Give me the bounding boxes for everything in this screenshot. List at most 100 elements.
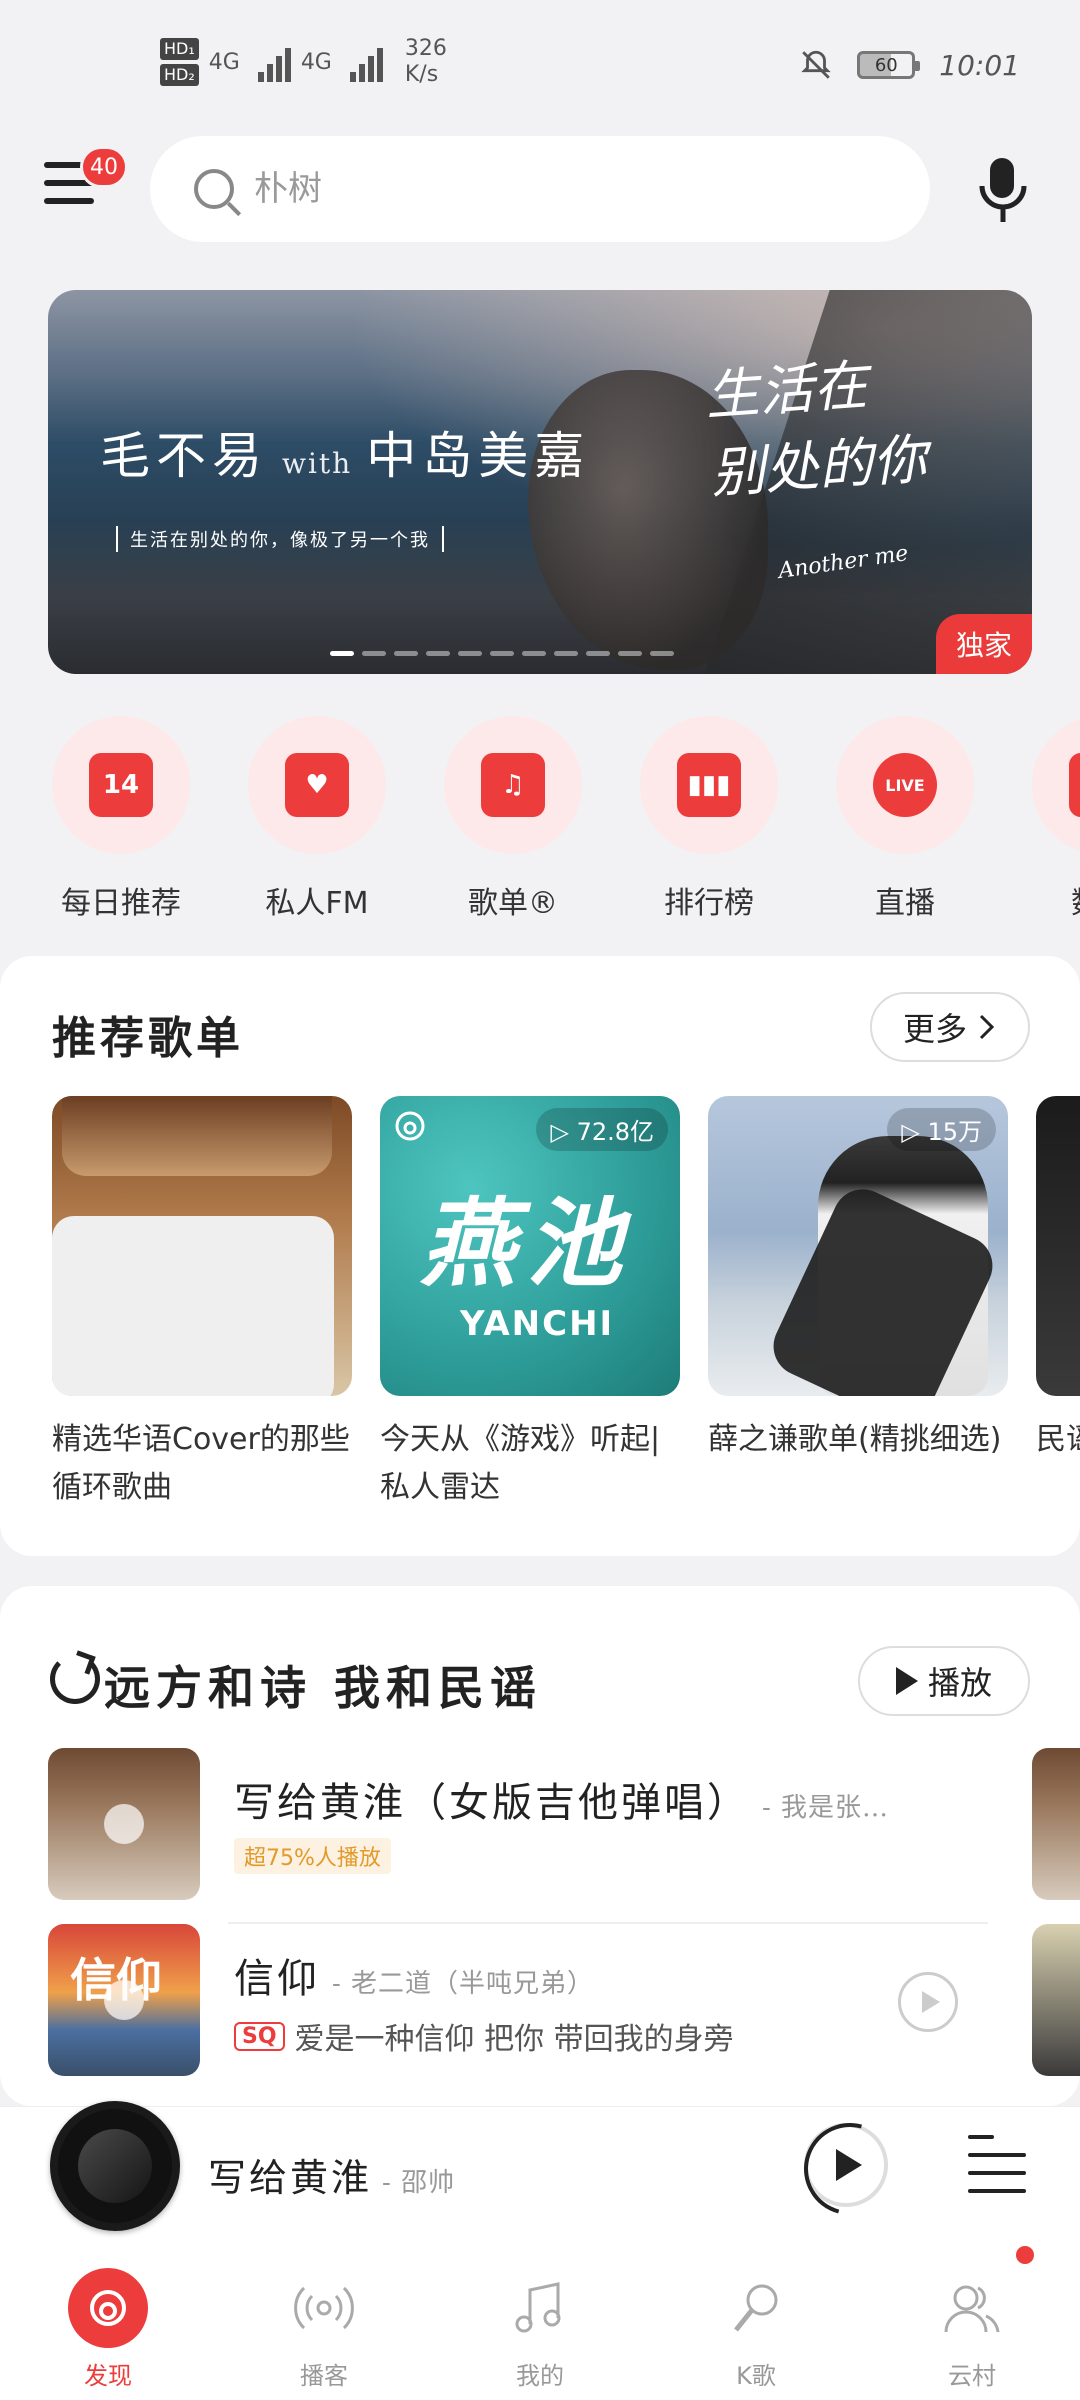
- more-label: 更多: [902, 1010, 967, 1048]
- quick-link-label: 排行榜: [664, 886, 754, 921]
- quick-link-calendar[interactable]: 14 每日推荐: [52, 716, 190, 956]
- refresh-icon[interactable]: [50, 1654, 100, 1704]
- song-title: 写给黄淮（女版吉他弹唱） - 我是张…: [234, 1770, 889, 1828]
- tab-podcast[interactable]: 播客: [216, 2240, 432, 2400]
- playlist-cover: [1036, 1096, 1080, 1396]
- playlist-title: 精选华语Cover的那些循环歌曲: [52, 1422, 350, 1505]
- album-disc[interactable]: [50, 2101, 180, 2231]
- tab-label: 云村: [948, 2362, 996, 2390]
- quick-link-label: 私人FM: [265, 886, 369, 921]
- banner-dot: [330, 651, 354, 656]
- artwork-play-icon: [104, 1980, 144, 2020]
- hot-tag: 超75%人播放: [234, 1838, 391, 1874]
- folk-section: 远方和诗 我和民谣 播放 写给黄淮（女版吉他弹唱） - 我是张… 超75%人播放 …: [0, 1586, 1080, 2106]
- chart-bars-icon: ▮▮▮: [677, 753, 741, 817]
- next-column-artwork[interactable]: [1032, 1924, 1080, 2076]
- tab-discover[interactable]: 发现: [0, 2240, 216, 2400]
- search-bar[interactable]: [150, 136, 930, 242]
- quick-link-circle: ♫: [444, 716, 582, 854]
- song-lyric: 爱是一种信仰 把你 带回我的身旁: [294, 2022, 734, 2057]
- hd-indicators: HD₁ HD₂: [160, 38, 199, 86]
- song-meta: 超75%人播放: [234, 1838, 391, 1874]
- play-icon: [895, 1667, 918, 1695]
- playlist-card[interactable]: 精选华语Cover的那些循环歌曲: [52, 1096, 352, 1512]
- song-title: 信仰 - 老二道（半吨兄弟）: [234, 1946, 594, 2004]
- status-bar: HD₁ HD₂ 4G 4G 326 K/s 60 10:01: [0, 0, 1080, 120]
- song-meta: SQ 爱是一种信仰 把你 带回我的身旁: [234, 2014, 734, 2058]
- hd2-badge: HD₂: [160, 64, 199, 86]
- banner-dot: [586, 651, 610, 656]
- recommended-playlists-section: 推荐歌单 更多 精选华语Cover的那些循环歌曲 ▷ 72.8亿 燕池 YANC…: [0, 956, 1080, 1556]
- folk-title: 远方和诗 我和民谣: [104, 1661, 543, 1715]
- tab-music-note[interactable]: 我的: [432, 2240, 648, 2400]
- playlist-cover: [52, 1096, 352, 1396]
- quick-link-playlist[interactable]: ♫ 歌单®: [444, 716, 582, 956]
- tab-community[interactable]: 云村: [864, 2240, 1080, 2400]
- banner-with: with: [282, 447, 353, 480]
- player-play-button[interactable]: [804, 2123, 888, 2207]
- quick-link-circle: 14: [52, 716, 190, 854]
- voice-search-icon[interactable]: [976, 154, 1030, 226]
- playlist-card[interactable]: ▷ 15万 薛之谦歌单(精挑细选): [708, 1096, 1008, 1464]
- exclusive-badge: 独家: [935, 614, 1032, 674]
- play-count-value: 15万: [927, 1118, 982, 1146]
- netease-logo-icon: [395, 1111, 425, 1141]
- banner-title: 毛不易 with 中岛美嘉: [100, 416, 590, 488]
- song-row[interactable]: 写给黄淮（女版吉他弹唱） - 我是张… 超75%人播放: [48, 1748, 988, 1924]
- next-column-artwork[interactable]: [1032, 1748, 1080, 1900]
- song-artist: - 我是张…: [762, 1793, 890, 1823]
- playlist-card[interactable]: 民谣的人: [1036, 1096, 1080, 1464]
- play-all-button[interactable]: 播放: [858, 1646, 1030, 1716]
- digital-icon: ◎: [1069, 753, 1080, 817]
- play-count: ▷ 72.8亿: [536, 1108, 668, 1151]
- signal-2-icon: [349, 42, 383, 82]
- hero-banner[interactable]: 毛不易 with 中岛美嘉 生活在别处的你，像极了另一个我 生活在 别处的你 Ano…: [48, 290, 1032, 674]
- radio-icon: ♥: [285, 753, 349, 817]
- banner-dot: [426, 651, 450, 656]
- song-play-button[interactable]: [898, 1972, 958, 2032]
- playlist-title: 民谣的人: [1036, 1422, 1080, 1457]
- quick-link-label: 每日推荐: [61, 886, 181, 921]
- mini-player[interactable]: 写给黄淮 - 邵帅: [0, 2101, 1080, 2240]
- play-count-value: 72.8亿: [576, 1118, 654, 1146]
- cover-placeholder: [52, 1216, 334, 1396]
- search-input[interactable]: [254, 169, 814, 209]
- song-name: 信仰: [234, 1956, 320, 2002]
- battery-icon: 60: [857, 51, 921, 79]
- status-right: 60 10:01: [799, 48, 1020, 82]
- top-bar: 40: [0, 136, 1080, 242]
- network-2-label: 4G: [300, 49, 332, 75]
- song-artwork: 信仰: [48, 1924, 200, 2076]
- quick-link-radio[interactable]: ♥ 私人FM: [248, 716, 386, 956]
- playlist-card[interactable]: ▷ 72.8亿 燕池 YANCHI 今天从《游戏》听起|私人雷达: [380, 1096, 680, 1512]
- tab-label: K歌: [736, 2362, 776, 2390]
- playlist-title: 薛之谦歌单(精挑细选): [708, 1422, 1002, 1457]
- hd1-badge: HD₁: [160, 38, 199, 60]
- banner-dot: [618, 651, 642, 656]
- quick-link-circle: ♥: [248, 716, 386, 854]
- tab-label: 播客: [300, 2362, 348, 2390]
- more-button[interactable]: 更多: [870, 992, 1030, 1062]
- playlist-queue-icon[interactable]: [968, 2135, 1026, 2195]
- search-icon: [194, 169, 234, 209]
- quick-link-live[interactable]: LIVE 直播: [836, 716, 974, 956]
- quick-link-digital[interactable]: ◎ 数字: [1032, 716, 1080, 956]
- banner-dot: [362, 651, 386, 656]
- sq-tag: SQ: [234, 2021, 285, 2051]
- tab-label: 发现: [84, 2362, 132, 2390]
- quick-link-circle: ◎: [1032, 716, 1080, 854]
- song-row[interactable]: 信仰 信仰 - 老二道（半吨兄弟） SQ 爱是一种信仰 把你 带回我的身旁: [48, 1924, 988, 2076]
- quick-link-circle: ▮▮▮: [640, 716, 778, 854]
- notification-dot: [1016, 2246, 1034, 2264]
- playlist-carousel: 精选华语Cover的那些循环歌曲 ▷ 72.8亿 燕池 YANCHI 今天从《游…: [52, 1096, 1080, 1536]
- quick-link-label: 直播: [875, 886, 935, 921]
- podcast-icon: [284, 2268, 364, 2348]
- play-all-label: 播放: [927, 1664, 992, 1702]
- menu-badge: 40: [80, 146, 128, 188]
- banner-artist-1: 毛不易: [100, 427, 268, 485]
- tab-karaoke-mic[interactable]: K歌: [648, 2240, 864, 2400]
- net-speed-unit: K/s: [404, 62, 439, 87]
- play-count: ▷ 15万: [887, 1108, 996, 1151]
- quick-links: 14 每日推荐 ♥ 私人FM ♫ 歌单® ▮▮▮ 排行榜 LIVE 直播 ◎ 数字: [0, 716, 1080, 956]
- quick-link-chart-bars[interactable]: ▮▮▮ 排行榜: [640, 716, 778, 956]
